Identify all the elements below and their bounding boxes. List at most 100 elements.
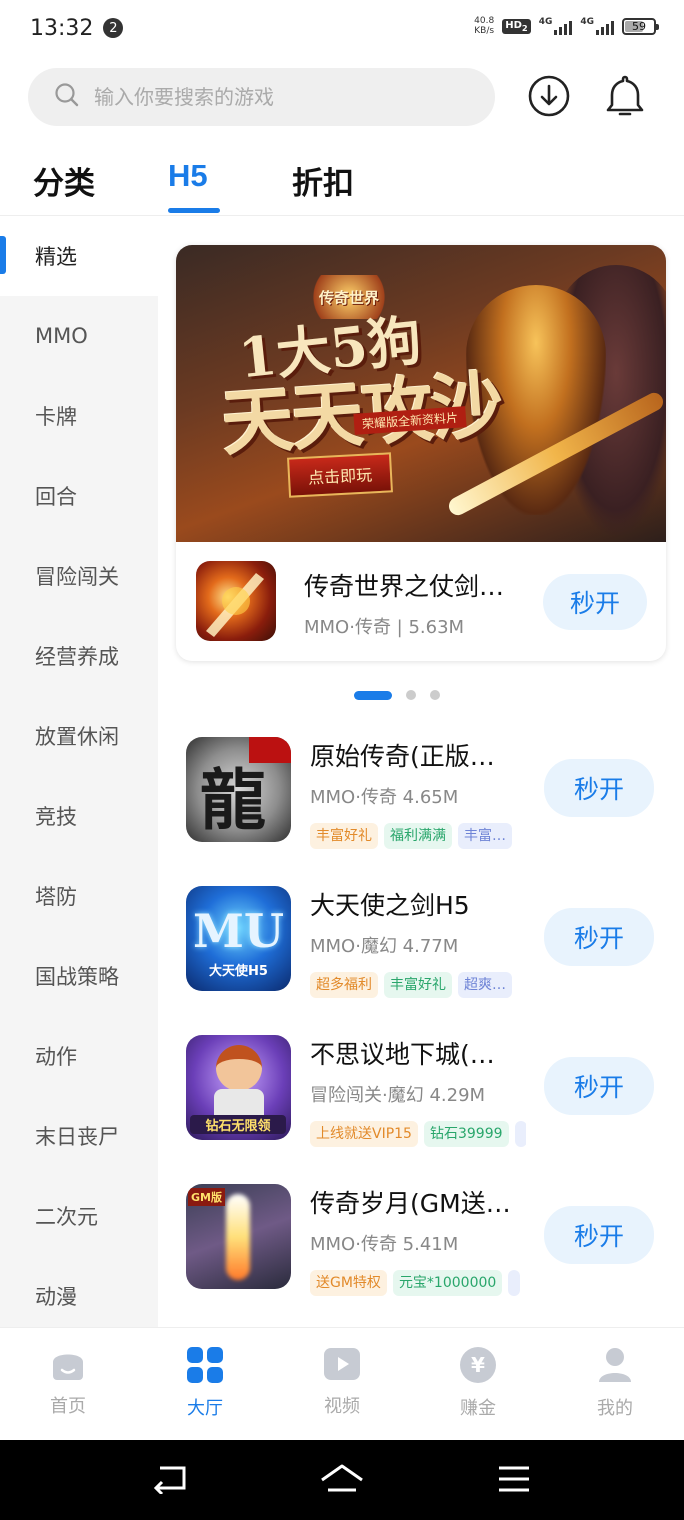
game-list-item[interactable]: MU 大天使H5 大天使之剑H5 MMO·魔幻 4.77M 超多福利 丰富好礼 … — [186, 886, 666, 1006]
featured-game-card[interactable]: 传奇世界 1大5狗 天天攻沙 荣耀版全新资料片 点击即玩 传奇世界之仗剑… MM… — [176, 245, 666, 661]
sidebar-item-competitive[interactable]: 竞技 — [0, 776, 158, 856]
featured-open-button[interactable]: 秒开 — [543, 574, 647, 630]
game-tags: 丰富好礼 福利满满 丰富… — [310, 823, 526, 851]
sidebar-item-strategy[interactable]: 国战策略 — [0, 936, 158, 1016]
game-list-item[interactable]: 龍 原始传奇(正版… MMO·传奇 4.65M 丰富好礼 福利满满 丰富… 秒开 — [186, 737, 666, 857]
nav-label: 我的 — [597, 1398, 633, 1419]
search-icon — [54, 82, 80, 112]
game-icon: 钻石无限领 — [186, 1035, 291, 1140]
tab-classify[interactable]: 分类 — [33, 158, 95, 203]
open-game-button[interactable]: 秒开 — [544, 1206, 654, 1264]
game-tag: 丰富好礼 — [384, 972, 452, 998]
sidebar-active-indicator — [0, 236, 6, 274]
game-tag: 超多福利 — [310, 972, 378, 998]
featured-game-icon — [196, 561, 276, 641]
hd-icon: HD2 — [502, 18, 531, 34]
carousel-indicator — [354, 690, 440, 700]
carousel-dot[interactable] — [430, 690, 440, 700]
open-game-button[interactable]: 秒开 — [544, 759, 654, 817]
status-time: 13:32 — [30, 15, 94, 41]
nav-label: 首页 — [50, 1396, 86, 1417]
game-tags: 上线就送VIP15 钻石39999 — [310, 1121, 526, 1149]
sidebar-item-zombie[interactable]: 末日丧尸 — [0, 1096, 158, 1176]
game-meta: 冒险闯关·魔幻 4.29M — [310, 1085, 486, 1106]
net-speed: 40.8 KB/s — [474, 16, 495, 36]
status-bar: 13:32 2 40.8 KB/s HD2 4G 4G 59 — [0, 0, 684, 56]
search-input[interactable] — [94, 85, 454, 109]
user-icon — [597, 1346, 633, 1388]
nav-earn[interactable]: ¥ 赚金 — [433, 1346, 523, 1420]
open-game-button[interactable]: 秒开 — [544, 908, 654, 966]
sidebar-item-mmo[interactable]: MMO — [0, 296, 158, 376]
search-bar[interactable] — [28, 68, 495, 126]
download-icon[interactable] — [525, 72, 573, 120]
sidebar-item-tower-defense[interactable]: 塔防 — [0, 856, 158, 936]
signal-icon: 4G — [580, 17, 614, 35]
game-tag: 上线就送VIP15 — [310, 1121, 418, 1147]
sidebar-item-idle[interactable]: 放置休闲 — [0, 696, 158, 776]
sidebar: 精选 MMO 卡牌 回合 冒险闯关 经营养成 放置休闲 竞技 塔防 国战策略 动… — [0, 216, 158, 1327]
game-name: 原始传奇(正版… — [310, 742, 495, 771]
game-tag: 福利满满 — [384, 823, 452, 849]
grid-icon — [186, 1346, 224, 1388]
system-nav-bar — [0, 1440, 684, 1520]
home-icon[interactable] — [318, 1462, 366, 1500]
game-meta: MMO·传奇 5.41M — [310, 1234, 459, 1255]
video-icon — [323, 1346, 361, 1386]
game-name: 不思议地下城(… — [310, 1040, 495, 1069]
sidebar-item-anime[interactable]: 动漫 — [0, 1256, 158, 1336]
signal-icon: 4G — [539, 17, 573, 35]
game-tag: 丰富… — [458, 823, 512, 849]
tab-h5[interactable]: H5 — [168, 158, 208, 194]
carousel-dot[interactable] — [354, 690, 392, 700]
game-list-item[interactable]: 钻石无限领 不思议地下城(… 冒险闯关·魔幻 4.29M 上线就送VIP15 钻… — [186, 1035, 666, 1155]
sidebar-item-simulation[interactable]: 经营养成 — [0, 616, 158, 696]
game-tag: 送GM特权 — [310, 1270, 387, 1296]
game-icon: 龍 — [186, 737, 291, 842]
open-game-button[interactable]: 秒开 — [544, 1057, 654, 1115]
sidebar-item-card[interactable]: 卡牌 — [0, 376, 158, 456]
banner-play-button[interactable]: 点击即玩 — [287, 452, 393, 498]
svg-text:¥: ¥ — [471, 1353, 485, 1377]
game-tag: 钻石39999 — [423, 1121, 509, 1147]
tab-discount[interactable]: 折扣 — [292, 158, 354, 203]
sidebar-item-anime-2d[interactable]: 二次元 — [0, 1176, 158, 1256]
sidebar-item-adventure[interactable]: 冒险闯关 — [0, 536, 158, 616]
carousel-dot[interactable] — [406, 690, 416, 700]
game-meta: MMO·魔幻 4.77M — [310, 936, 459, 957]
coin-icon: ¥ — [459, 1346, 497, 1388]
nav-hall[interactable]: 大厅 — [160, 1346, 250, 1420]
featured-game-name: 传奇世界之仗剑… — [304, 572, 505, 601]
sidebar-item-action[interactable]: 动作 — [0, 1016, 158, 1096]
game-tags: 超多福利 丰富好礼 超爽… — [310, 972, 526, 1000]
bell-icon[interactable] — [601, 72, 649, 120]
back-icon[interactable] — [152, 1464, 188, 1498]
game-tag: 超爽… — [458, 972, 512, 998]
nav-home[interactable]: 首页 — [23, 1346, 113, 1418]
game-tag — [514, 1121, 526, 1147]
nav-video[interactable]: 视频 — [297, 1346, 387, 1418]
tab-active-indicator — [168, 208, 220, 213]
battery-icon: 59 — [622, 17, 659, 35]
game-tag: 丰富好礼 — [310, 823, 378, 849]
sidebar-item-turn-based[interactable]: 回合 — [0, 456, 158, 536]
game-tags: 送GM特权 元宝*1000000 — [310, 1270, 526, 1298]
notification-badge: 2 — [103, 18, 124, 38]
nav-mine[interactable]: 我的 — [570, 1346, 660, 1420]
game-tag: 元宝*1000000 — [392, 1270, 503, 1296]
game-icon: MU 大天使H5 — [186, 886, 291, 991]
game-list-item[interactable]: GM版 传奇岁月(GM送… MMO·传奇 5.41M 送GM特权 元宝*1000… — [186, 1184, 666, 1304]
status-indicators: 40.8 KB/s HD2 4G 4G 59 — [474, 16, 659, 36]
featured-game-meta: MMO·传奇 | 5.63M — [304, 617, 465, 638]
featured-banner[interactable]: 传奇世界 1大5狗 天天攻沙 荣耀版全新资料片 点击即玩 — [176, 245, 666, 542]
nav-label: 大厅 — [187, 1398, 223, 1419]
sidebar-item-featured[interactable]: 精选 — [0, 216, 158, 296]
game-name: 传奇岁月(GM送… — [310, 1189, 511, 1218]
game-tag — [508, 1270, 521, 1296]
menu-icon[interactable] — [497, 1464, 531, 1498]
home-icon — [50, 1346, 86, 1386]
nav-label: 赚金 — [460, 1398, 496, 1419]
game-name: 大天使之剑H5 — [310, 891, 470, 920]
nav-label: 视频 — [324, 1396, 360, 1417]
bottom-nav: 首页 大厅 视频 ¥ 赚金 我的 — [0, 1327, 684, 1440]
